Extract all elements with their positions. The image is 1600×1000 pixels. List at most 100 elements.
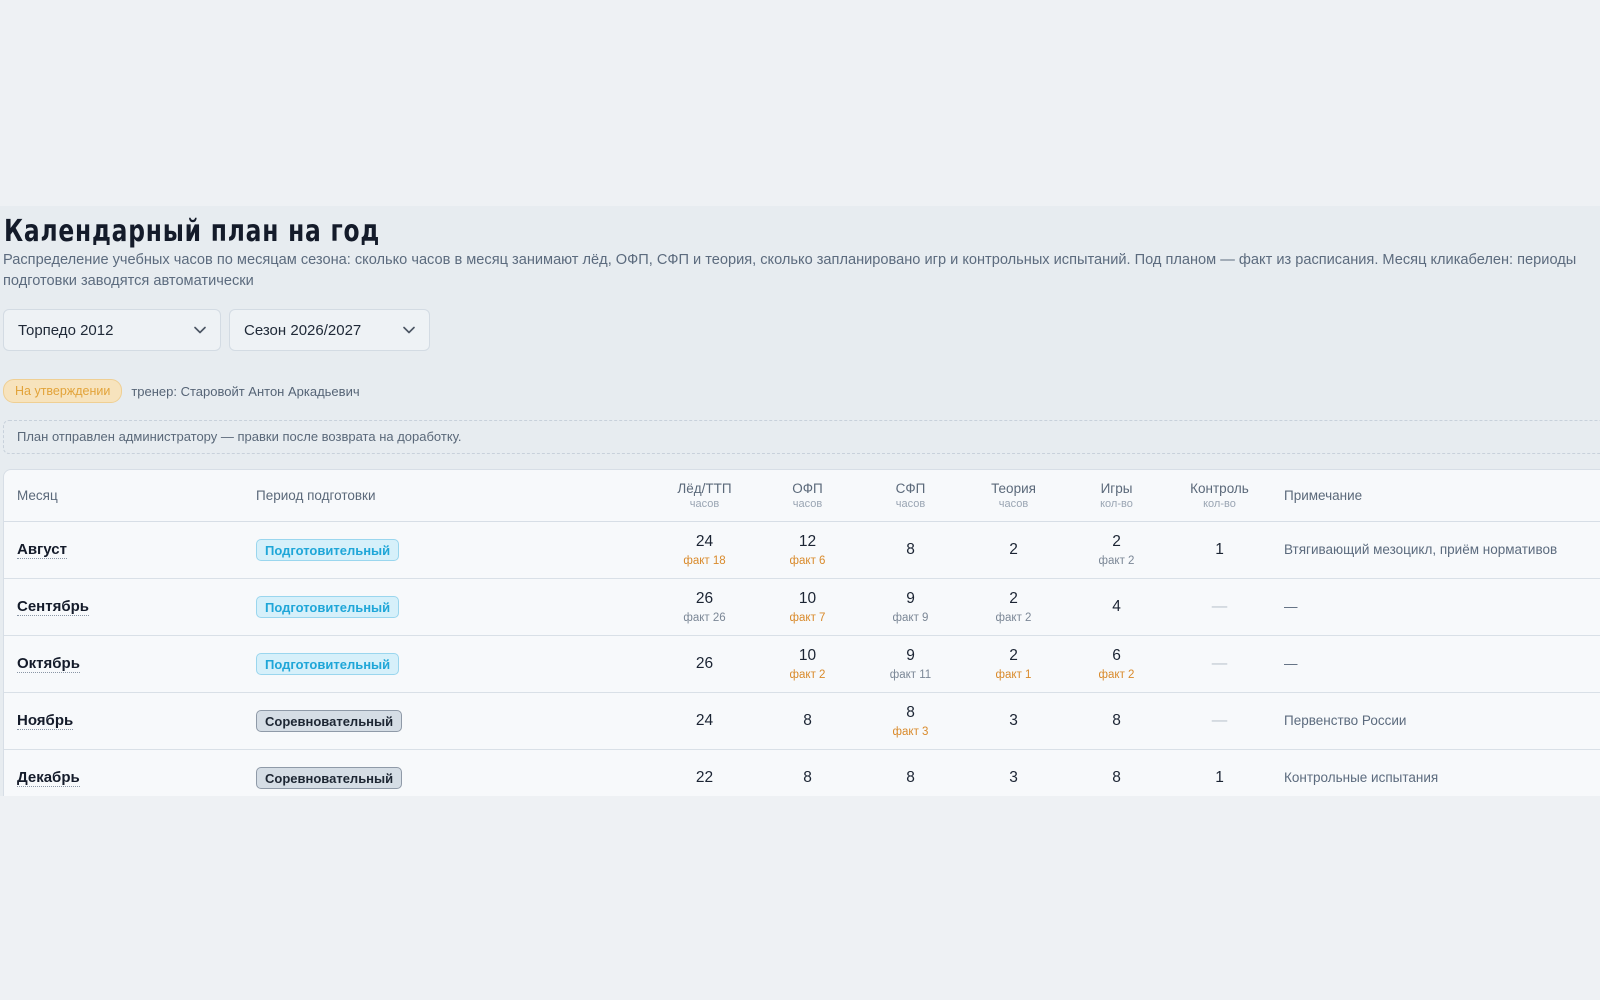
ice-plan: 26: [695, 654, 714, 672]
sfp-plan: 8: [906, 768, 915, 786]
ofp-plan: 10: [798, 646, 817, 664]
col-header-games-unit: кол-во: [1100, 497, 1133, 510]
ice-cell: 24: [653, 692, 756, 749]
month-link[interactable]: Октябрь: [17, 655, 80, 673]
period-cell: Подготовительный: [243, 578, 653, 635]
control-plan: 1: [1215, 540, 1224, 558]
table-header-row: Месяц Период подготовки Лёд/ТТП часов ОФ…: [4, 470, 1600, 522]
ofp-cell: 10 факт 7: [756, 578, 859, 635]
ice-cell: 24 факт 18: [653, 521, 756, 578]
period-cell: Соревновательный: [243, 692, 653, 749]
ice-plan: 24: [695, 711, 714, 729]
ice-plan: 24: [695, 532, 714, 550]
season-select[interactable]: Сезон 2026/2027: [229, 309, 430, 351]
games-plan: 8: [1112, 768, 1121, 786]
sfp-cell: 8: [859, 521, 962, 578]
theory-cell: 2 факт 1: [962, 635, 1065, 692]
games-cell: 8: [1065, 749, 1168, 796]
col-header-ofp-unit: часов: [792, 497, 823, 510]
col-header-sfp-label: СФП: [895, 480, 926, 496]
ice-plan: 26: [695, 589, 714, 607]
period-cell: Соревновательный: [243, 749, 653, 796]
chevron-down-icon: [194, 326, 206, 334]
theory-plan: 3: [1009, 768, 1018, 786]
page-description: Распределение учебных часов по месяцам с…: [3, 252, 1577, 289]
col-header-month: Месяц: [4, 470, 243, 522]
ice-cell: 26: [653, 635, 756, 692]
ofp-fact: факт 7: [789, 611, 826, 624]
theory-plan: 2: [1009, 540, 1018, 558]
team-select-value: Торпедо 2012: [18, 321, 114, 339]
ofp-cell: 8: [756, 749, 859, 796]
col-header-ofp: ОФП часов: [756, 470, 859, 522]
season-select-value: Сезон 2026/2027: [244, 321, 362, 339]
sfp-cell: 9 факт 9: [859, 578, 962, 635]
table-row: Октябрь Подготовительный 26 10 факт 2 9: [4, 635, 1600, 692]
col-header-period: Период подготовки: [243, 470, 653, 522]
col-header-ofp-label: ОФП: [792, 480, 823, 496]
theory-cell: 3: [962, 692, 1065, 749]
ofp-plan: 12: [798, 532, 817, 550]
period-cell: Подготовительный: [243, 635, 653, 692]
note-cell: —: [1284, 656, 1298, 671]
control-cell: —: [1168, 692, 1271, 749]
sfp-plan: 9: [906, 589, 915, 607]
control-plan: —: [1211, 597, 1228, 615]
month-link[interactable]: Август: [17, 541, 67, 559]
col-header-note: Примечание: [1271, 470, 1600, 522]
games-cell: 4: [1065, 578, 1168, 635]
ofp-plan: 8: [803, 711, 812, 729]
col-header-control: Контроль кол-во: [1168, 470, 1271, 522]
col-header-control-label: Контроль: [1190, 480, 1249, 496]
control-cell: —: [1168, 578, 1271, 635]
theory-fact: факт 2: [995, 611, 1032, 624]
games-plan: 4: [1112, 597, 1121, 615]
sfp-cell: 8: [859, 749, 962, 796]
note-cell: Втягивающий мезоцикл, приём нормативов: [1284, 542, 1558, 557]
control-cell: —: [1168, 635, 1271, 692]
control-plan: 1: [1215, 768, 1224, 786]
ofp-cell: 10 факт 2: [756, 635, 859, 692]
plan-table: Месяц Период подготовки Лёд/ТТП часов ОФ…: [4, 470, 1600, 796]
theory-cell: 2 факт 2: [962, 578, 1065, 635]
col-header-sfp: СФП часов: [859, 470, 962, 522]
chevron-down-icon: [403, 326, 415, 334]
sfp-fact: факт 9: [892, 611, 929, 624]
sfp-fact: факт 3: [892, 725, 929, 738]
month-link[interactable]: Декабрь: [17, 769, 80, 787]
theory-plan: 3: [1009, 711, 1018, 729]
col-header-sfp-unit: часов: [895, 497, 926, 510]
notice-banner: План отправлен администратору — правки п…: [3, 420, 1600, 454]
theory-fact: факт 1: [995, 668, 1032, 681]
table-row: Сентябрь Подготовительный 26 факт 26 10 …: [4, 578, 1600, 635]
month-cell: Август: [4, 521, 243, 578]
status-row: На утверждении тренер: Старовойт Антон А…: [3, 379, 360, 403]
coach-name: тренер: Старовойт Антон Аркадьевич: [131, 383, 360, 399]
control-plan: —: [1211, 711, 1228, 729]
ice-cell: 26 факт 26: [653, 578, 756, 635]
month-cell: Ноябрь: [4, 692, 243, 749]
sfp-plan: 9: [906, 646, 915, 664]
period-cell: Подготовительный: [243, 521, 653, 578]
note-cell: Первенство России: [1284, 713, 1407, 728]
ofp-cell: 8: [756, 692, 859, 749]
month-cell: Декабрь: [4, 749, 243, 796]
page-title: Календарный план на год: [4, 214, 381, 249]
ice-fact: факт 18: [683, 554, 726, 567]
control-cell: 1: [1168, 749, 1271, 796]
ofp-fact: факт 2: [789, 668, 826, 681]
theory-cell: 2: [962, 521, 1065, 578]
month-cell: Октябрь: [4, 635, 243, 692]
sfp-plan: 8: [906, 703, 915, 721]
games-plan: 8: [1112, 711, 1121, 729]
table-row: Декабрь Соревновательный 22 8 8 3 8 1 Ко…: [4, 749, 1600, 796]
month-link[interactable]: Ноябрь: [17, 712, 74, 730]
games-plan: 6: [1112, 646, 1121, 664]
control-cell: 1: [1168, 521, 1271, 578]
plan-panel: Календарный план на год Распределение уч…: [0, 206, 1600, 796]
team-select[interactable]: Торпедо 2012: [3, 309, 221, 351]
col-header-games-label: Игры: [1100, 480, 1133, 496]
month-link[interactable]: Сентябрь: [17, 598, 89, 616]
col-header-ice: Лёд/ТТП часов: [653, 470, 756, 522]
col-header-theory-label: Теория: [991, 480, 1036, 496]
